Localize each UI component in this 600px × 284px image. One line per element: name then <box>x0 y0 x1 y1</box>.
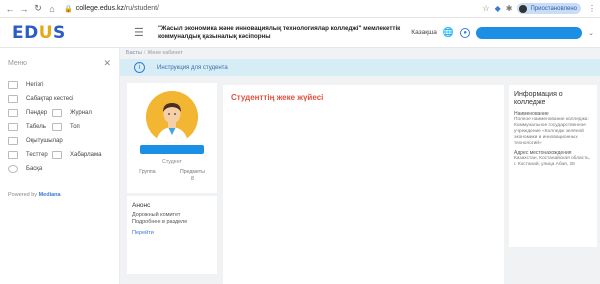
book-icon <box>8 109 18 117</box>
url-host: college.edus.kz <box>75 5 124 12</box>
powered-brand-link[interactable]: Mediana <box>39 192 61 198</box>
sidebar-title: Меню <box>8 60 27 67</box>
lock-icon: 🔒 <box>64 5 73 13</box>
user-name-redacted[interactable] <box>476 26 583 39</box>
url-path: /ru/student/ <box>123 5 160 12</box>
home-icon <box>8 81 18 89</box>
page-title: Студенттің жеке жүйесі <box>231 93 324 102</box>
journal-icon <box>52 109 62 117</box>
language-selector[interactable]: Казақша <box>411 29 437 36</box>
sidebar-item-home[interactable]: Негізгі <box>8 78 111 92</box>
info-icon: i <box>134 62 145 73</box>
table-icon <box>8 123 18 131</box>
sidebar-item-other[interactable]: Басқа <box>8 162 111 176</box>
sidebar-item-tests[interactable]: Тесттер <box>8 151 52 159</box>
logo-tail: S <box>53 22 66 43</box>
address-bar[interactable]: 🔒 college.edus.kz /ru/student/ <box>64 5 454 13</box>
college-address-text: Казахстан, Костанайская область, г. Кост… <box>514 156 591 167</box>
profile-label: Приостановлено <box>530 5 577 12</box>
instruction-text: Инструкция для студента <box>157 64 228 71</box>
sidebar-row-subjects-journal: Пәндер Журнал <box>8 106 111 120</box>
powered-by: Powered by Mediana <box>8 192 111 198</box>
profile-subtitle: Студент <box>162 159 182 165</box>
sidebar-item-label: Топ <box>70 124 80 130</box>
sidebar-item-label: Басқа <box>26 166 43 172</box>
student-name-redacted <box>140 145 204 154</box>
profile-subjects-value: 8 <box>190 176 194 182</box>
browser-toolbar: ← → ↻ ⌂ 🔒 college.edus.kz /ru/student/ ☆… <box>0 0 600 18</box>
bookmark-star-icon[interactable]: ☆ <box>482 4 489 13</box>
app-header: EDUS ☰ "Жасыл экономика және инновациялы… <box>0 18 600 48</box>
globe-icon[interactable]: 🌐 <box>443 27 454 38</box>
sidebar-item-group[interactable]: Топ <box>52 123 96 131</box>
hamburger-menu-icon[interactable]: ☰ <box>134 26 144 39</box>
announcement-line: Дорожный комитет <box>132 212 181 218</box>
logo-main: ED <box>12 22 39 43</box>
main-panel: Студенттің жеке жүйесі <box>223 85 504 284</box>
avatar <box>146 91 198 143</box>
announcement-card: Анонс Дорожный комитет Подробнее в разде… <box>127 196 217 274</box>
sidebar-item-label: Хабарлама <box>70 152 102 158</box>
breadcrumb-current: Жеке кабинет <box>147 50 183 56</box>
home-icon[interactable]: ⌂ <box>46 3 58 15</box>
announcement-title: Анонс <box>132 202 151 209</box>
powered-prefix: Powered by <box>8 192 38 198</box>
sidebar: Меню ✕ Негізгі Сабақтар кестесі Пәндер Ж… <box>0 48 120 284</box>
instruction-banner[interactable]: i Инструкция для студента <box>120 59 600 76</box>
sidebar-item-subjects[interactable]: Пәндер <box>8 109 52 117</box>
announcement-link[interactable]: Перейти <box>132 230 212 236</box>
forward-icon[interactable]: → <box>18 3 30 15</box>
announcement-line: Подробнее в разделе <box>132 219 188 225</box>
profile-subjects-label: Предметы <box>180 169 205 175</box>
sidebar-item-schedule[interactable]: Сабақтар кестесі <box>8 92 111 106</box>
sidebar-row-tests-messages: Тесттер Хабарлама <box>8 148 111 162</box>
college-info-text: Полное наименование колледжа: Коммунальн… <box>514 117 589 146</box>
college-info-card: Информация о колледже Наименование Полно… <box>509 85 597 247</box>
sidebar-item-label: Сабақтар кестесі <box>26 96 74 102</box>
message-icon <box>52 151 62 159</box>
profile-avatar <box>519 4 528 13</box>
sidebar-item-label: Негізгі <box>26 82 44 88</box>
reload-icon[interactable]: ↻ <box>32 3 44 15</box>
other-icon <box>8 165 18 173</box>
sidebar-item-label: Тесттер <box>26 152 48 158</box>
sidebar-item-label: Пәндер <box>26 110 48 116</box>
extension-icon[interactable]: ◆ <box>495 4 501 13</box>
sidebar-item-messages[interactable]: Хабарлама <box>52 151 101 159</box>
breadcrumb-home-link[interactable]: Басты <box>126 50 142 56</box>
edus-logo[interactable]: EDUS <box>12 23 116 43</box>
sidebar-item-teachers[interactable]: Оқытушылар <box>8 134 111 148</box>
sidebar-item-tabel[interactable]: Табель <box>8 123 52 131</box>
sidebar-item-journal[interactable]: Журнал <box>52 109 96 117</box>
logo-accent: U <box>38 22 54 43</box>
teacher-icon <box>8 137 18 145</box>
user-icon[interactable]: ● <box>460 27 471 38</box>
sidebar-item-label: Оқытушылар <box>26 138 63 144</box>
profile-card: Студент Группа Предметы 8 <box>127 83 217 193</box>
sidebar-item-label: Табель <box>26 124 46 130</box>
group-icon <box>52 123 62 131</box>
test-icon <box>8 151 18 159</box>
puzzle-icon[interactable]: ✱ <box>506 4 513 13</box>
chevron-down-icon[interactable]: ⌄ <box>588 29 594 37</box>
breadcrumb: Басты / Жеке кабинет <box>126 50 183 56</box>
browser-profile-button[interactable]: Приостановлено <box>517 3 581 14</box>
sidebar-row-tabel-group: Табель Топ <box>8 120 111 134</box>
college-name: "Жасыл экономика және инновациялық техно… <box>158 24 401 40</box>
browser-menu-icon[interactable]: ⋮ <box>588 4 596 13</box>
profile-group-label: Группа <box>139 169 156 175</box>
profile-subjects: Предметы 8 <box>180 169 205 183</box>
profile-stats: Группа Предметы 8 <box>127 169 217 183</box>
sidebar-item-label: Журнал <box>70 110 92 116</box>
close-icon[interactable]: ✕ <box>103 58 111 69</box>
calendar-icon <box>8 95 18 103</box>
content-area: Басты / Жеке кабинет i Инструкция для студ… <box>120 48 600 284</box>
back-icon[interactable]: ← <box>4 3 16 15</box>
college-info-title: Информация о колледже <box>514 91 563 106</box>
student-avatar-icon <box>146 91 198 143</box>
